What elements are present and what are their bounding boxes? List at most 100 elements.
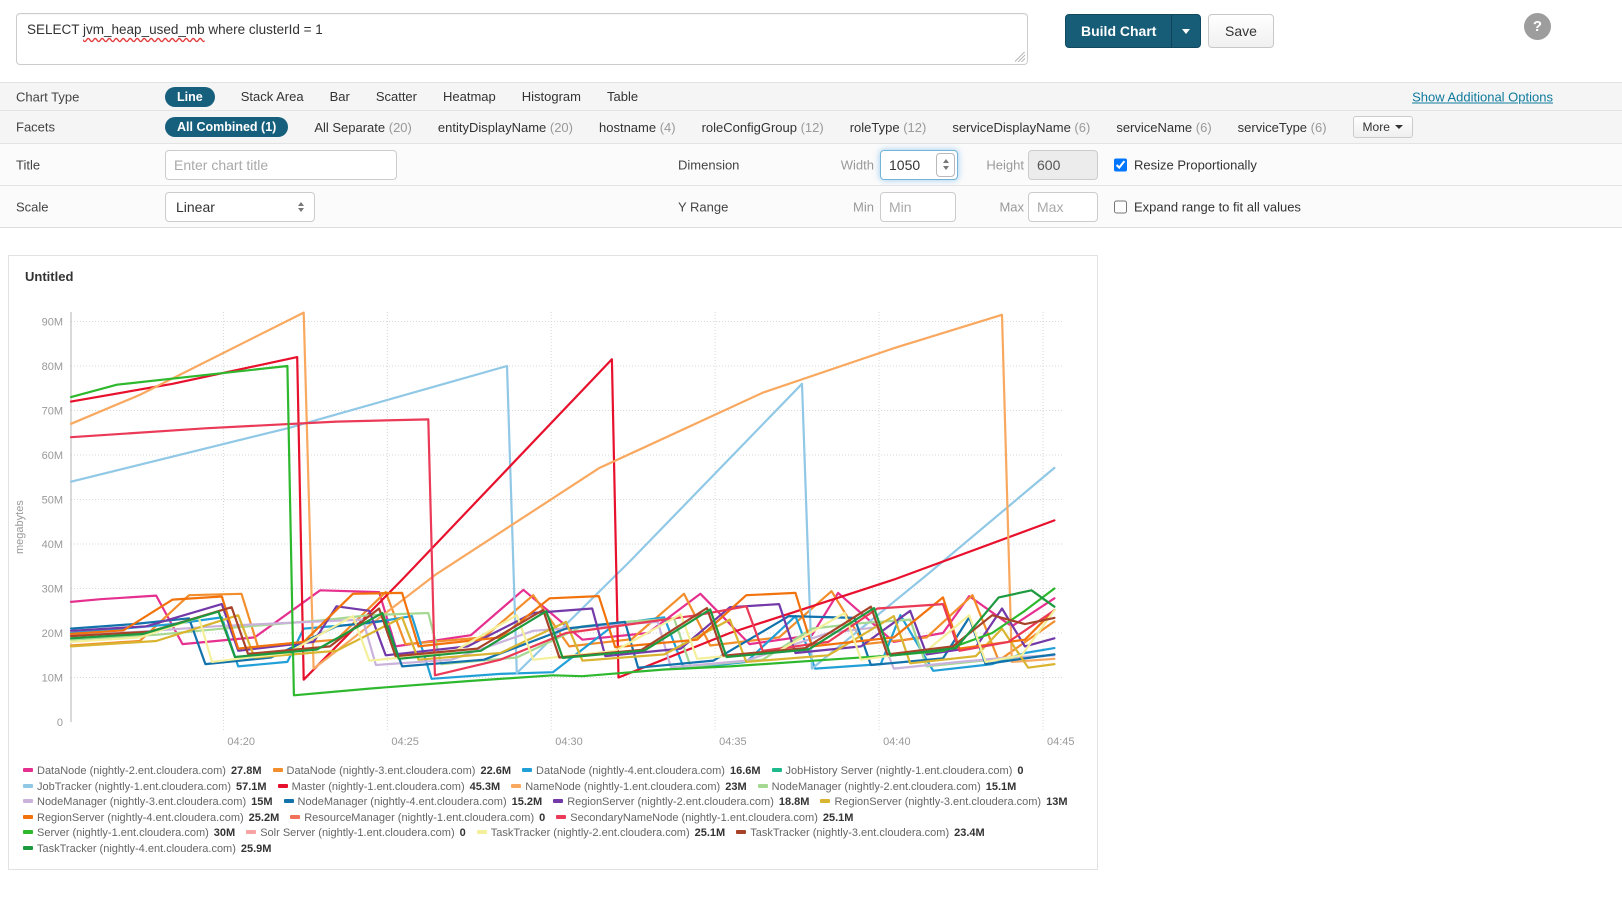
legend-item: JobHistory Server (nightly-1.ent.clouder… [772,764,1024,780]
build-chart-button[interactable]: Build Chart [1066,15,1171,47]
select-updown-icon [298,202,304,212]
chart-svg: 010M20M30M40M50M60M70M80M90M04:2004:2504… [9,286,1085,762]
facet-roletype[interactable]: roleType (12) [850,120,927,135]
legend-item: Solr Server (nightly-1.ent.cloudera.com)… [246,826,466,842]
min-label: Min [830,199,874,214]
legend-swatch-icon [23,768,33,772]
scale-select-value: Linear [176,199,215,215]
save-button[interactable]: Save [1208,14,1274,48]
svg-text:80M: 80M [42,361,63,373]
max-input[interactable] [1028,192,1098,222]
legend-item: NameNode (nightly-1.ent.cloudera.com)23M [511,780,746,796]
svg-text:10M: 10M [42,673,63,685]
legend-item: TaskTracker (nightly-4.ent.cloudera.com)… [23,842,271,858]
query-text-suffix: where clusterId = 1 [205,22,323,37]
title-row: Title Dimension Width 1050 Height 600 Re… [0,143,1622,185]
svg-text:04:40: 04:40 [883,736,911,748]
legend-swatch-icon [23,846,33,850]
facet-servicename[interactable]: serviceName (6) [1116,120,1211,135]
facet-servicedisplayname[interactable]: serviceDisplayName (6) [952,120,1090,135]
expand-checkbox[interactable] [1114,200,1127,213]
facet-options: All Combined (1) All Separate (20) entityD… [165,111,1413,143]
facet-roleconfiggroup[interactable]: roleConfigGroup (12) [702,120,824,135]
scale-select[interactable]: Linear [165,192,315,222]
legend-swatch-icon [477,830,487,834]
svg-text:70M: 70M [42,406,63,418]
svg-text:50M: 50M [42,495,63,507]
width-stepper[interactable]: 1050 [880,150,958,180]
svg-text:40M: 40M [42,539,63,551]
query-text-prefix: SELECT [27,22,83,37]
legend-swatch-icon [23,830,33,834]
svg-text:30M: 30M [42,584,63,596]
scale-label: Scale [16,199,49,214]
legend-item: Master (nightly-1.ent.cloudera.com)45.3M [278,780,501,796]
legend-item: RegionServer (nightly-4.ent.cloudera.com… [23,811,279,827]
facets-more-button[interactable]: More [1353,116,1413,138]
title-label: Title [16,157,40,172]
chart-type-histogram[interactable]: Histogram [522,89,581,104]
show-additional-options-link[interactable]: Show Additional Options [1412,89,1553,104]
height-input: 600 [1028,150,1098,180]
facet-entitydisplayname[interactable]: entityDisplayName (20) [438,120,573,135]
chart-type-label: Chart Type [16,89,79,104]
width-spin-buttons[interactable] [936,153,955,177]
chart-type-heatmap[interactable]: Heatmap [443,89,496,104]
facet-servicetype[interactable]: serviceType (6) [1238,120,1327,135]
caret-down-icon [1395,125,1403,129]
svg-text:04:30: 04:30 [555,736,583,748]
spin-down-icon[interactable] [943,166,949,170]
chart-type-table[interactable]: Table [607,89,638,104]
legend-item: DataNode (nightly-3.ent.cloudera.com)22.… [273,764,512,780]
svg-text:megabytes: megabytes [14,500,26,554]
chart-type-line[interactable]: Line [165,87,215,107]
chart-card: Untitled 010M20M30M40M50M60M70M80M90M04:… [8,255,1098,870]
min-input[interactable] [880,192,956,222]
legend-item: NodeManager (nightly-2.ent.cloudera.com)… [758,780,1017,796]
facet-all-combined[interactable]: All Combined (1) [165,117,288,137]
legend-swatch-icon [553,799,563,803]
chart-type-scatter[interactable]: Scatter [376,89,417,104]
legend-item: Server (nightly-1.ent.cloudera.com)30M [23,826,235,842]
resize-checkbox[interactable] [1114,158,1127,171]
toolbar: SELECT jvm_heap_used_mb where clusterId … [0,0,1622,82]
legend-swatch-icon [23,799,33,803]
chart-type-row: Chart Type Line Stack Area Bar Scatter Heatm… [0,82,1622,110]
legend-item: ResourceManager (nightly-1.ent.cloudera.… [290,811,545,827]
legend-swatch-icon [284,799,294,803]
legend-swatch-icon [758,784,768,788]
legend-item: NodeManager (nightly-3.ent.cloudera.com)… [23,795,273,811]
chart-title: Untitled [9,256,1097,284]
help-icon[interactable]: ? [1524,13,1551,40]
legend-item: TaskTracker (nightly-2.ent.cloudera.com)… [477,826,725,842]
build-chart-split-button: Build Chart [1065,14,1201,48]
facet-hostname[interactable]: hostname (4) [599,120,676,135]
build-chart-dropdown-button[interactable] [1171,15,1200,47]
dimension-label: Dimension [678,157,739,172]
legend-swatch-icon [273,768,283,772]
scale-row: Scale Linear Y Range Min Max Expand rang… [0,185,1622,228]
legend-swatch-icon [820,799,830,803]
svg-text:04:20: 04:20 [227,736,255,748]
legend-swatch-icon [556,815,566,819]
svg-text:60M: 60M [42,450,63,462]
max-label: Max [982,199,1024,214]
legend-item: RegionServer (nightly-2.ent.cloudera.com… [553,795,809,811]
width-value[interactable]: 1050 [881,157,936,173]
spin-up-icon[interactable] [943,159,949,163]
svg-text:0: 0 [57,717,63,729]
facet-all-separate[interactable]: All Separate (20) [314,120,412,135]
legend-item: DataNode (nightly-2.ent.cloudera.com)27.… [23,764,262,780]
caret-down-icon [1182,29,1190,34]
svg-text:04:45: 04:45 [1047,736,1075,748]
chart-title-input[interactable] [165,150,397,180]
legend-swatch-icon [23,815,33,819]
legend-item: TaskTracker (nightly-3.ent.cloudera.com)… [736,826,984,842]
query-editor[interactable]: SELECT jvm_heap_used_mb where clusterId … [16,13,1028,65]
chart-type-stack-area[interactable]: Stack Area [241,89,304,104]
legend-swatch-icon [522,768,532,772]
svg-text:04:35: 04:35 [719,736,747,748]
resize-label: Resize Proportionally [1134,157,1257,172]
chart-type-bar[interactable]: Bar [330,89,350,104]
legend-swatch-icon [23,784,33,788]
